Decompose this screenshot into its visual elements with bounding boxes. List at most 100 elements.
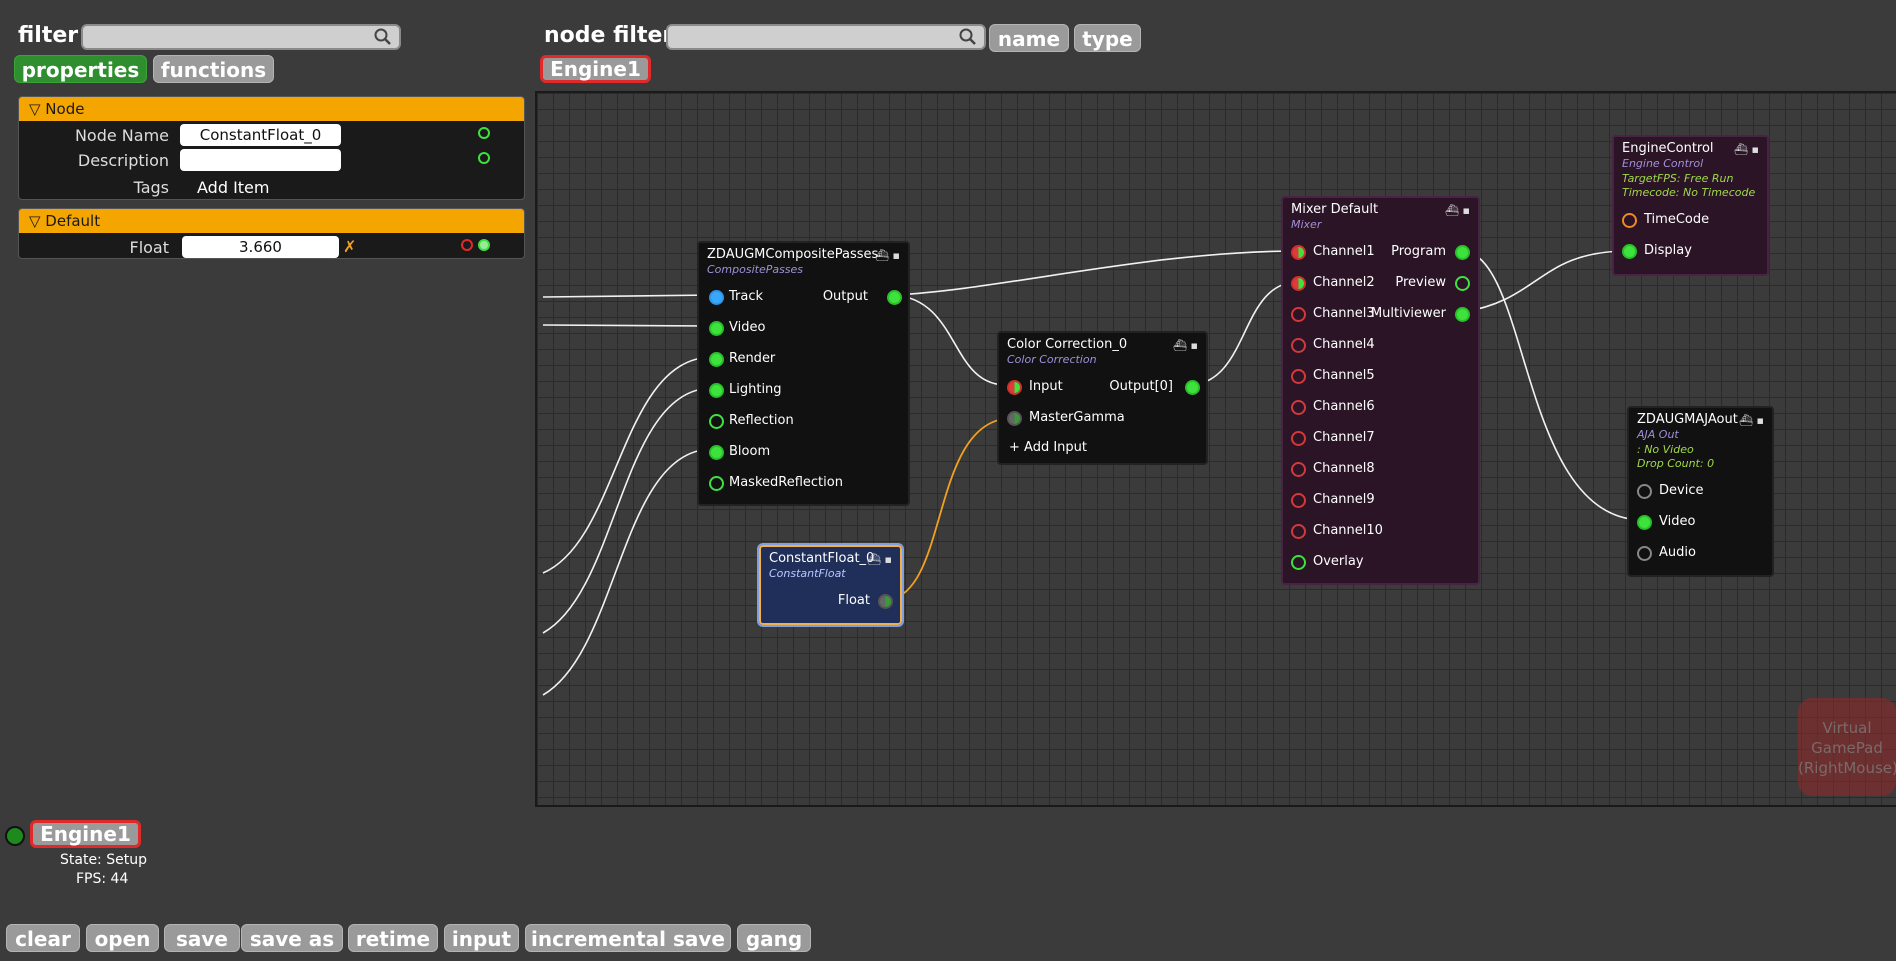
input-port-channel8[interactable] [1291, 462, 1306, 477]
port-label: MasterGamma [1029, 410, 1125, 425]
node-subtitle: Mixer [1291, 218, 1322, 231]
input-port-master-gamma[interactable] [1007, 411, 1022, 426]
open-button[interactable]: open [86, 924, 159, 952]
input-port-channel3[interactable] [1291, 307, 1306, 322]
output-port[interactable] [878, 594, 893, 609]
input-port-timecode[interactable] [1622, 213, 1637, 228]
port-label: Overlay [1313, 554, 1364, 569]
engine-status-indicator [5, 826, 25, 846]
node-title: ZDAUGMCompositePasses [707, 247, 879, 262]
port-label: Render [729, 351, 776, 366]
node-info: Drop Count: 0 [1637, 457, 1715, 470]
port-label: Program [1391, 244, 1446, 259]
output-port-program[interactable] [1455, 245, 1470, 260]
node-header-icons[interactable]: ⛴ ▪ [1173, 339, 1198, 352]
node-subtitle: Engine Control [1622, 157, 1704, 170]
port-label: MaskedReflection [729, 475, 843, 490]
node-info: Timecode: No Timecode [1622, 186, 1756, 199]
input-port-video[interactable] [1637, 515, 1652, 530]
input-port-render[interactable] [709, 352, 724, 367]
output-port[interactable] [887, 290, 902, 305]
node-header-icons[interactable]: ⛴ ▪ [1739, 414, 1764, 427]
port-label: Bloom [729, 444, 771, 459]
input-port-input[interactable] [1007, 380, 1022, 395]
input-button[interactable]: input [444, 924, 519, 952]
port-label: Preview [1395, 275, 1446, 290]
node-engine-control[interactable]: EngineControl Engine Control TargetFPS: … [1612, 135, 1769, 276]
port-label: Device [1659, 483, 1704, 498]
input-port-bloom[interactable] [709, 445, 724, 460]
node-subtitle: CompositePasses [707, 263, 804, 276]
port-label: Output [822, 289, 868, 304]
port-label: Lighting [729, 382, 782, 397]
save-button[interactable]: save [164, 924, 240, 952]
node-header-icons[interactable]: ⛴ ▪ [875, 249, 900, 262]
input-port-channel7[interactable] [1291, 431, 1306, 446]
add-input-button[interactable]: + Add Input [1009, 440, 1087, 455]
node-info: : No Video [1637, 443, 1694, 456]
port-label: Input [1029, 379, 1063, 394]
engine-status-button[interactable]: Engine1 [30, 820, 141, 848]
save-as-button[interactable]: save as [241, 924, 343, 952]
port-label: Output[0] [1109, 379, 1173, 394]
port-label: Video [729, 320, 766, 335]
node-header-icons[interactable]: ⛴ ▪ [1734, 143, 1759, 156]
node-title: EngineControl [1622, 141, 1714, 156]
node-composite-passes[interactable]: ZDAUGMCompositePasses CompositePasses ⛴ … [697, 241, 910, 506]
input-port-masked-reflection[interactable] [709, 476, 724, 491]
node-subtitle: ConstantFloat [769, 567, 846, 580]
incremental-save-button[interactable]: incremental save [525, 924, 731, 952]
input-port-channel6[interactable] [1291, 400, 1306, 415]
input-port-reflection[interactable] [709, 414, 724, 429]
virtual-gamepad[interactable]: Virtual GamePad (RightMouse) [1798, 698, 1896, 796]
engine-fps-text: FPS: 44 [76, 871, 129, 887]
gamepad-label: Virtual [1822, 719, 1872, 737]
node-aja-out[interactable]: ZDAUGMAJAout AJA Out : No Video Drop Cou… [1627, 406, 1774, 577]
node-title: ZDAUGMAJAout [1637, 412, 1738, 427]
port-label: Video [1659, 514, 1696, 529]
input-port-channel10[interactable] [1291, 524, 1306, 539]
port-label: Track [729, 289, 764, 304]
gamepad-label: GamePad [1811, 739, 1883, 757]
port-label: Channel7 [1313, 430, 1375, 445]
node-subtitle: Color Correction [1007, 353, 1097, 366]
port-label: Channel2 [1313, 275, 1375, 290]
input-port-lighting[interactable] [709, 383, 724, 398]
port-label: Display [1644, 243, 1692, 258]
clear-button[interactable]: clear [6, 924, 80, 952]
input-port-device[interactable] [1637, 484, 1652, 499]
node-header-icons[interactable]: ⛴ ▪ [867, 553, 892, 566]
port-label: Channel9 [1313, 492, 1375, 507]
port-label: Audio [1659, 545, 1696, 560]
input-port-channel5[interactable] [1291, 369, 1306, 384]
input-port-channel2[interactable] [1291, 276, 1306, 291]
node-info: TargetFPS: Free Run [1622, 172, 1734, 185]
port-label: Channel6 [1313, 399, 1375, 414]
input-port-channel4[interactable] [1291, 338, 1306, 353]
input-port-overlay[interactable] [1291, 555, 1306, 570]
port-label: Float [837, 593, 870, 608]
output-port-multiviewer[interactable] [1455, 307, 1470, 322]
port-label: Channel3 [1313, 306, 1375, 321]
gang-button[interactable]: gang [737, 924, 811, 952]
node-color-correction[interactable]: Color Correction_0 Color Correction ⛴ ▪ … [997, 331, 1208, 465]
input-port-audio[interactable] [1637, 546, 1652, 561]
node-mixer[interactable]: Mixer Default Mixer ⛴ ▪ Channel1 Channel… [1281, 196, 1480, 585]
node-constant-float[interactable]: ConstantFloat_0 ConstantFloat ⛴ ▪ Float [757, 543, 904, 627]
input-port-channel9[interactable] [1291, 493, 1306, 508]
port-label: Reflection [729, 413, 794, 428]
output-port-preview[interactable] [1455, 276, 1470, 291]
port-label: Channel10 [1313, 523, 1383, 538]
input-port-track[interactable] [709, 290, 724, 305]
input-port-display[interactable] [1622, 244, 1637, 259]
node-header-icons[interactable]: ⛴ ▪ [1445, 204, 1470, 217]
input-port-video[interactable] [709, 321, 724, 336]
port-label: TimeCode [1644, 212, 1710, 227]
port-label: Multiviewer [1370, 306, 1446, 321]
retime-button[interactable]: retime [348, 924, 438, 952]
port-label: Channel5 [1313, 368, 1375, 383]
node-title: ConstantFloat_0 [769, 551, 875, 566]
input-port-channel1[interactable] [1291, 245, 1306, 260]
output-port[interactable] [1185, 380, 1200, 395]
node-title: Mixer Default [1291, 202, 1379, 217]
